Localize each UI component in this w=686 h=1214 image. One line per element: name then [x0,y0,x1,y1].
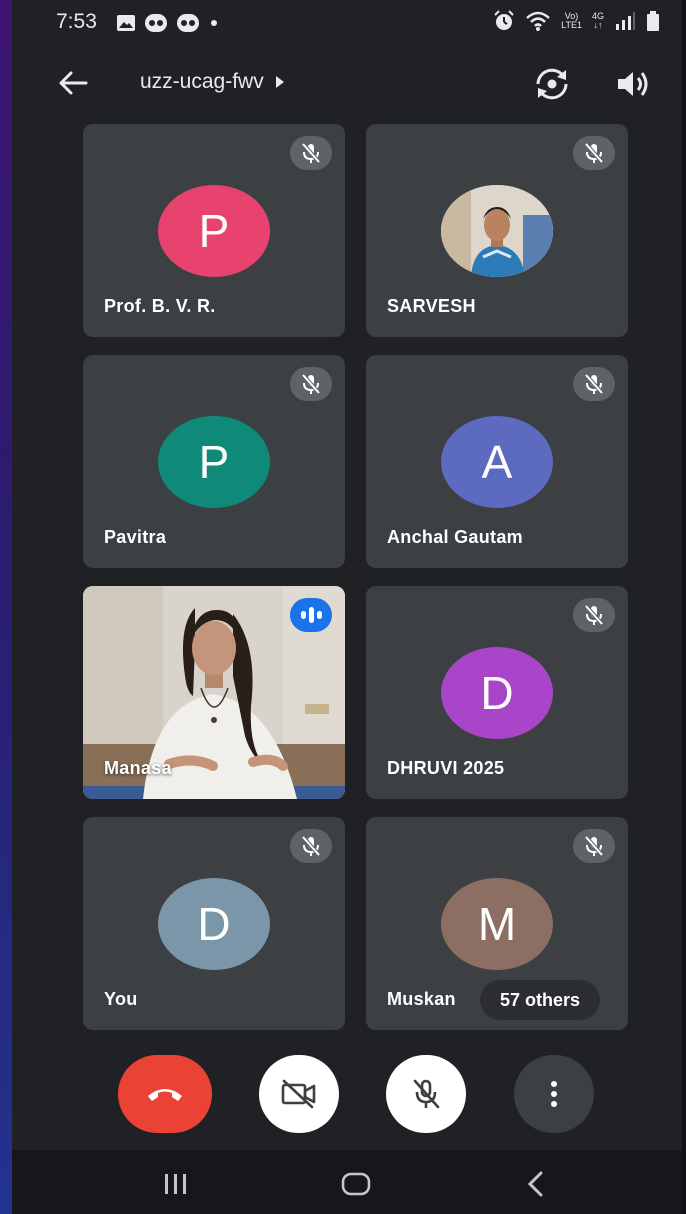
avatar-initial: M [477,898,517,950]
camera-off-icon [281,1079,316,1109]
participant-video-tile[interactable]: Manasa [83,586,345,799]
mic-off-icon [584,835,604,857]
gallery-notification-icon [117,15,135,31]
mic-off-icon [301,373,321,395]
recent-apps-button[interactable] [156,1168,196,1200]
muted-mic-badge [290,136,332,170]
recent-apps-icon [165,1174,186,1194]
lte-label: LTE1 [561,20,582,30]
participant-tile[interactable]: P Pavitra [83,355,345,568]
wifi-icon [526,11,550,31]
avatar: P [158,416,270,508]
avatar: A [441,416,553,508]
participant-tile[interactable]: P Prof. B. V. R. [83,124,345,337]
participant-name: You [104,989,138,1009]
muted-mic-badge [573,829,615,863]
microphone-toggle-button[interactable] [386,1055,466,1133]
speaking-indicator [290,598,332,632]
more-notifications-dot-icon [211,20,217,26]
expand-triangle-icon [275,76,284,88]
avatar-initial: P [198,205,230,257]
meeting-info-button[interactable]: uzz-ucag-fwv [140,70,284,94]
status-time: 7:53 [56,10,97,33]
home-button[interactable] [336,1168,376,1200]
muted-mic-badge [573,367,615,401]
avatar: D [441,647,553,739]
alarm-icon [494,10,514,30]
muted-mic-badge [573,136,615,170]
participant-name: Manasa [104,758,172,778]
battery-icon [647,11,659,31]
call-controls [12,1050,682,1140]
call-top-bar: uzz-ucag-fwv [12,52,682,112]
others-count-button[interactable]: 57 others [480,980,601,1020]
person-photo-icon [441,185,553,277]
muted-mic-badge [290,829,332,863]
meeting-code: uzz-ucag-fwv [140,70,264,93]
avatar: P [158,185,270,277]
self-tile[interactable]: D You [83,817,345,1030]
mic-off-icon [584,373,604,395]
profile-photo-avatar [441,185,553,277]
camera-toggle-button[interactable] [259,1055,339,1133]
participant-name: Pavitra [104,527,167,547]
participant-name: DHRUVI 2025 [387,758,505,778]
participant-tile[interactable]: D DHRUVI 2025 [366,586,628,799]
participant-name: Anchal Gautam [387,527,523,547]
home-icon [341,1172,371,1196]
mic-off-icon [584,142,604,164]
avatar-initial: A [481,436,513,488]
participant-name: Muskan [387,989,456,1009]
avatar: D [158,878,270,970]
muted-mic-badge [573,598,615,632]
avatar: M [441,878,553,970]
switch-camera-icon[interactable] [532,64,572,104]
android-nav-bar [12,1150,682,1214]
avatar-initial: P [198,436,230,488]
participant-name: Prof. B. V. R. [104,296,216,316]
status-bar: 7:53 Vo) LTE1 4G ↓↑ [12,0,682,44]
wallpaper-edge [0,0,12,1214]
signal-icon [616,12,635,30]
muted-mic-badge [290,367,332,401]
game-notification-icon-2 [177,14,199,32]
speaker-icon[interactable] [612,64,652,104]
mic-off-icon [584,604,604,626]
system-back-button[interactable] [516,1168,556,1200]
mic-off-icon [301,835,321,857]
more-vert-icon [551,1081,557,1107]
mic-off-icon [301,142,321,164]
avatar-initial: D [197,898,231,950]
mic-off-icon [413,1079,440,1109]
more-options-button[interactable] [514,1055,594,1133]
screen-edge [682,0,686,1214]
end-call-button[interactable] [118,1055,212,1133]
participant-tile[interactable]: SARVESH [366,124,628,337]
participant-name: SARVESH [387,296,476,316]
hang-up-icon [148,1089,182,1101]
back-chevron-icon [527,1171,543,1197]
participant-tile[interactable]: M Muskan 57 others [366,817,628,1030]
volte-indicator: Vo) LTE1 [561,12,582,30]
participant-tile[interactable]: A Anchal Gautam [366,355,628,568]
game-notification-icon [145,14,167,32]
meet-screen: 7:53 Vo) LTE1 4G ↓↑ uzz-ucag-fwv P Prof.… [12,0,682,1214]
avatar-initial: D [480,667,514,719]
network-gen-indicator: 4G ↓↑ [591,11,604,30]
back-arrow-icon[interactable] [56,66,90,100]
